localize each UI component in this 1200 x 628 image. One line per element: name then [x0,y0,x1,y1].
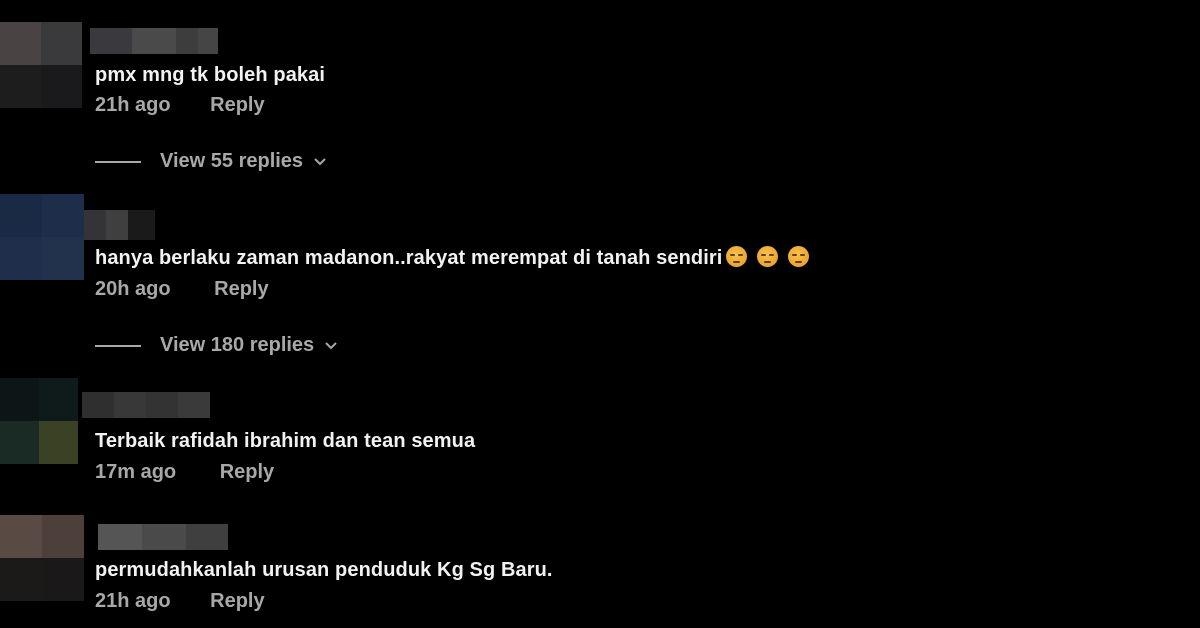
avatar-pixel [42,237,84,280]
avatar[interactable] [0,515,84,601]
avatar-pixel [42,515,84,558]
avatar-pixel [41,22,82,65]
pensive-face-icon [757,246,779,267]
username-blurred[interactable] [84,210,155,240]
view-replies-button[interactable]: View 55 replies [95,150,327,173]
comment-time: 17m ago [95,461,177,483]
reply-button[interactable]: Reply [210,94,264,117]
username-pixel [198,28,218,54]
username-pixel [178,392,210,418]
avatar-pixel [0,237,42,280]
username-pixel [132,28,176,54]
username-blurred[interactable] [98,524,228,550]
chevron-down-icon [314,157,326,165]
comment-meta: 21h ago Reply [95,94,265,117]
reply-button[interactable]: Reply [214,278,268,301]
avatar-pixel [0,22,41,65]
username-pixel [90,28,132,54]
username-pixel [146,392,178,418]
avatar[interactable] [0,378,78,464]
view-replies-label: View 180 replies [160,334,315,356]
comment-time: 20h ago [95,278,171,300]
comment-text: permudahkanlah urusan penduduk Kg Sg Bar… [95,559,553,581]
comment-time: 21h ago [95,590,171,612]
username-pixel [98,524,142,550]
reply-button[interactable]: Reply [210,590,264,613]
avatar-pixel [0,558,42,601]
avatar[interactable] [0,194,84,280]
comment-text: hanya berlaku zaman madanon..rakyat mere… [95,246,813,270]
username-blurred[interactable] [90,28,218,54]
chevron-down-icon [325,341,337,349]
username-blurred[interactable] [82,392,210,418]
pensive-face-icon [788,246,810,267]
comment-text-body: hanya berlaku zaman madanon..rakyat mere… [95,247,723,269]
divider-line [95,344,141,347]
avatar-pixel [39,378,78,421]
avatar-pixel [0,378,39,421]
username-pixel [128,210,155,240]
avatar-pixel [41,65,82,108]
avatar-pixel [0,515,42,558]
avatar-pixel [0,65,41,108]
username-pixel [106,210,128,240]
pensive-face-icon [726,246,748,267]
username-pixel [176,28,198,54]
comment-meta: 21h ago Reply [95,590,265,613]
avatar-pixel [0,421,39,464]
username-pixel [114,392,146,418]
username-pixel [82,392,114,418]
username-pixel [84,210,106,240]
comment-text: Terbaik rafidah ibrahim dan tean semua [95,430,476,452]
avatar-pixel [0,194,42,237]
reply-button[interactable]: Reply [220,461,274,484]
avatar-pixel [39,421,78,464]
comment-meta: 17m ago Reply [95,461,274,484]
comment-meta: 20h ago Reply [95,278,269,301]
divider-line [95,160,141,163]
username-pixel [186,524,228,550]
comment-time: 21h ago [95,94,171,116]
view-replies-label: View 55 replies [160,150,304,172]
avatar[interactable] [0,22,82,108]
view-replies-button[interactable]: View 180 replies [95,334,338,357]
avatar-pixel [42,558,84,601]
username-pixel [142,524,186,550]
comment-text: pmx mng tk boleh pakai [95,64,326,86]
avatar-pixel [42,194,84,237]
